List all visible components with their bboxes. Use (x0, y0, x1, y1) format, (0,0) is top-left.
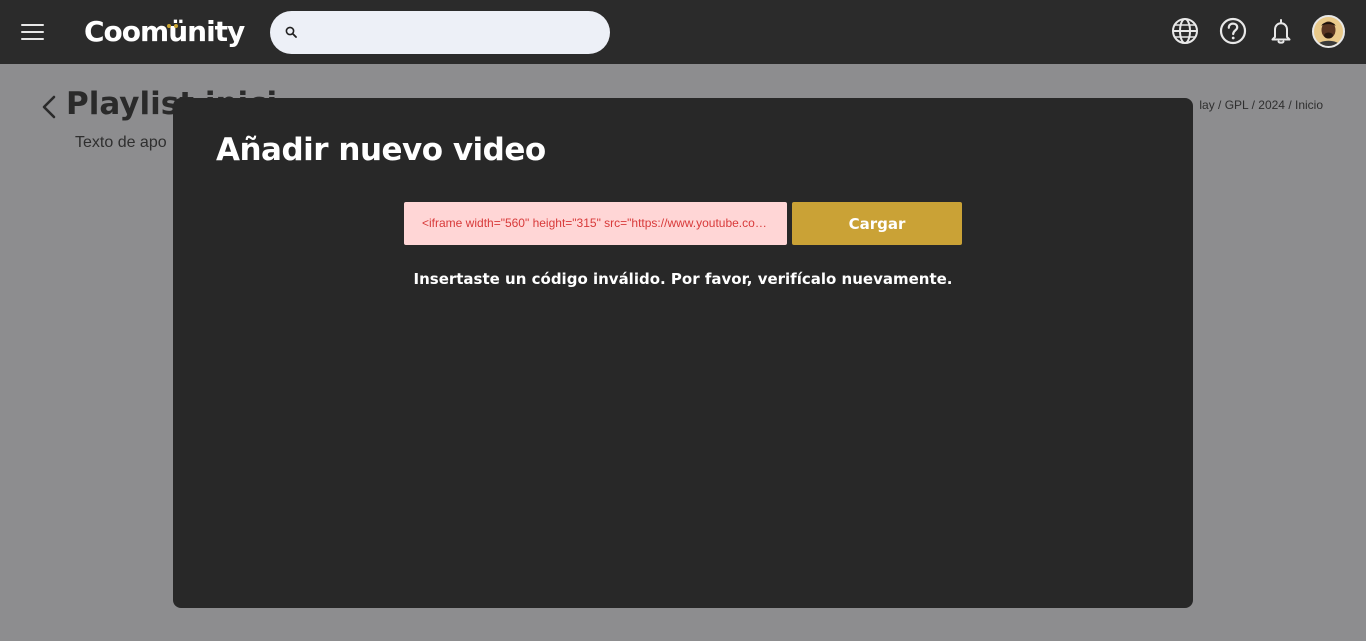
bell-icon[interactable] (1266, 16, 1296, 46)
menu-icon[interactable] (21, 24, 44, 41)
search-icon (285, 26, 297, 38)
avatar-image (1314, 17, 1343, 46)
embed-code-input[interactable]: <iframe width="560" height="315" src="ht… (404, 202, 787, 245)
modal-title: Añadir nuevo video (216, 132, 546, 168)
breadcrumb[interactable]: lay / GPL / 2024 / Inicio (1199, 98, 1323, 112)
back-icon[interactable] (40, 94, 58, 120)
help-icon[interactable] (1218, 16, 1248, 46)
load-button[interactable]: Cargar (792, 202, 962, 245)
logo[interactable]: Coomünity (84, 14, 245, 50)
globe-icon[interactable] (1170, 16, 1200, 46)
add-video-modal: Añadir nuevo video <iframe width="560" h… (173, 98, 1193, 608)
logo-text: Coomünity (84, 15, 245, 48)
search-input[interactable] (306, 11, 596, 54)
avatar[interactable] (1312, 15, 1345, 48)
search-bar[interactable] (270, 11, 610, 54)
logo-dots (167, 15, 181, 28)
top-bar: Coomünity (0, 0, 1366, 64)
page-subtitle: Texto de apo (75, 134, 167, 151)
error-message: Insertaste un código inválido. Por favor… (413, 270, 953, 288)
